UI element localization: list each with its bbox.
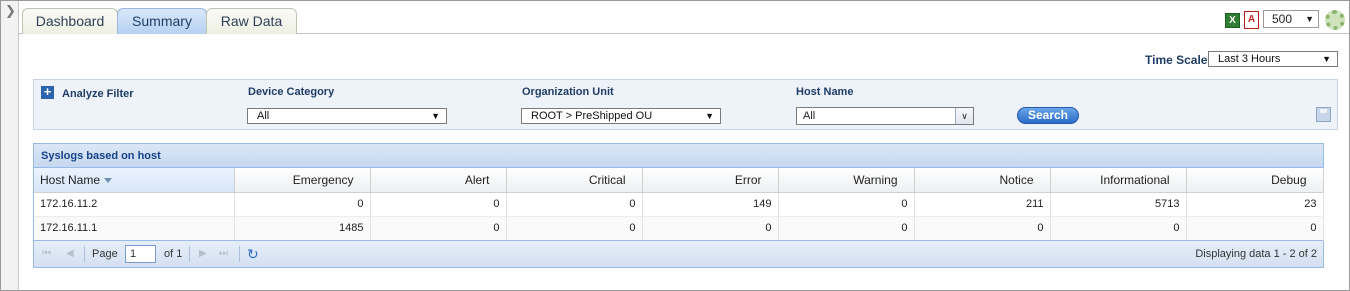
paging-toolbar: ⏮ ◀ Page 1 of 1 ▶ ⏭ ↻ Displaying data 1 … (34, 240, 1323, 267)
time-scale-label: Time Scale (1145, 53, 1208, 67)
column-header-emergency[interactable]: Emergency (234, 168, 371, 193)
tab-raw-data[interactable]: Raw Data (206, 8, 297, 34)
dropdown-arrow-icon: ▼ (431, 111, 440, 121)
cell-host-name: 172.16.11.2 (34, 192, 235, 217)
cell-notice: 211 (914, 192, 1051, 217)
cell-debug: 23 (1186, 192, 1324, 217)
column-header-error[interactable]: Error (642, 168, 779, 193)
excel-icon[interactable]: X (1225, 13, 1240, 28)
page-number-input[interactable]: 1 (125, 245, 156, 263)
cell-warning: 0 (778, 192, 915, 217)
column-header-warning[interactable]: Warning (778, 168, 915, 193)
save-icon[interactable] (1316, 107, 1331, 122)
cell-emergency: 0 (234, 192, 371, 217)
analyze-filter-panel: + Analyze Filter Device Category All ▼ O… (33, 79, 1338, 130)
device-category-value: All (257, 110, 270, 122)
cell-critical: 0 (506, 216, 643, 241)
time-scale-select[interactable]: Last 3 Hours ▼ (1208, 51, 1338, 67)
cell-notice: 0 (914, 216, 1051, 241)
pager-separator (239, 246, 240, 262)
cell-alert: 0 (370, 192, 507, 217)
grid-title: Syslogs based on host (34, 144, 1323, 168)
host-name-value: All (803, 110, 816, 122)
cell-host-name: 172.16.11.1 (34, 216, 235, 241)
host-name-label: Host Name (796, 86, 854, 98)
rows-per-page-select[interactable]: 500 ▼ (1263, 10, 1319, 28)
tab-bar: Dashboard Summary Raw Data X A 500 ▼ (19, 1, 1349, 34)
chevron-right-icon[interactable]: ❯ (5, 3, 16, 19)
column-header-critical[interactable]: Critical (506, 168, 643, 193)
cell-informational: 5713 (1050, 192, 1187, 217)
app-frame: ❯ Dashboard Summary Raw Data X A 500 ▼ T… (0, 0, 1350, 291)
host-name-combo[interactable]: All ∨ (796, 107, 974, 125)
pager-separator (84, 246, 85, 262)
time-scale-value: Last 3 Hours (1218, 53, 1281, 65)
table-row[interactable]: 172.16.11.1 1485 0 0 0 0 0 0 0 (34, 216, 1324, 241)
header-row: Host Name Emergency Alert Critical Error… (34, 168, 1324, 193)
syslogs-grid: Syslogs based on host Host Name Emergenc… (33, 143, 1324, 268)
rows-per-page-value: 500 (1272, 12, 1293, 26)
dropdown-arrow-icon: ▼ (1322, 54, 1331, 64)
column-header-host-name[interactable]: Host Name (34, 168, 235, 193)
organization-unit-label: Organization Unit (522, 86, 614, 98)
gear-icon[interactable] (1325, 10, 1345, 30)
analyze-filter-title: Analyze Filter (62, 88, 134, 100)
cell-critical: 0 (506, 192, 643, 217)
first-page-icon[interactable]: ⏮ (42, 248, 51, 259)
cell-warning: 0 (778, 216, 915, 241)
dropdown-arrow-icon: ▼ (1305, 14, 1314, 24)
prev-page-icon[interactable]: ◀ (66, 248, 74, 259)
refresh-icon[interactable]: ↻ (247, 246, 259, 263)
cell-emergency: 1485 (234, 216, 371, 241)
pdf-icon[interactable]: A (1244, 11, 1259, 29)
column-header-informational[interactable]: Informational (1050, 168, 1187, 193)
dropdown-arrow-icon: ▼ (705, 111, 714, 121)
last-page-icon[interactable]: ⏭ (219, 248, 228, 259)
collapse-strip[interactable]: ❯ (1, 1, 19, 290)
table-row[interactable]: 172.16.11.2 0 0 0 149 0 211 5713 23 (34, 192, 1324, 217)
syslogs-table: Host Name Emergency Alert Critical Error… (34, 168, 1324, 241)
pager-separator (189, 246, 190, 262)
organization-unit-select[interactable]: ROOT > PreShipped OU ▼ (521, 108, 721, 124)
next-page-icon[interactable]: ▶ (199, 248, 207, 259)
column-header-debug[interactable]: Debug (1186, 168, 1324, 193)
page-label: Page (92, 248, 118, 260)
cell-error: 0 (642, 216, 779, 241)
sort-down-icon (104, 178, 113, 184)
cell-informational: 0 (1050, 216, 1187, 241)
page-count-label: of 1 (164, 248, 183, 260)
chevron-down-icon[interactable]: ∨ (955, 108, 973, 124)
displaying-info: Displaying data 1 - 2 of 2 (1195, 248, 1317, 260)
column-header-notice[interactable]: Notice (914, 168, 1051, 193)
search-button[interactable]: Search (1017, 107, 1079, 124)
device-category-label: Device Category (248, 86, 335, 98)
column-header-alert[interactable]: Alert (370, 168, 507, 193)
tab-dashboard[interactable]: Dashboard (22, 8, 118, 34)
cell-error: 149 (642, 192, 779, 217)
column-header-label: Host Name (40, 172, 101, 187)
organization-unit-value: ROOT > PreShipped OU (531, 110, 653, 122)
expand-plus-icon[interactable]: + (41, 85, 54, 99)
device-category-select[interactable]: All ▼ (247, 108, 447, 124)
cell-alert: 0 (370, 216, 507, 241)
tab-summary[interactable]: Summary (117, 8, 207, 34)
cell-debug: 0 (1186, 216, 1324, 241)
